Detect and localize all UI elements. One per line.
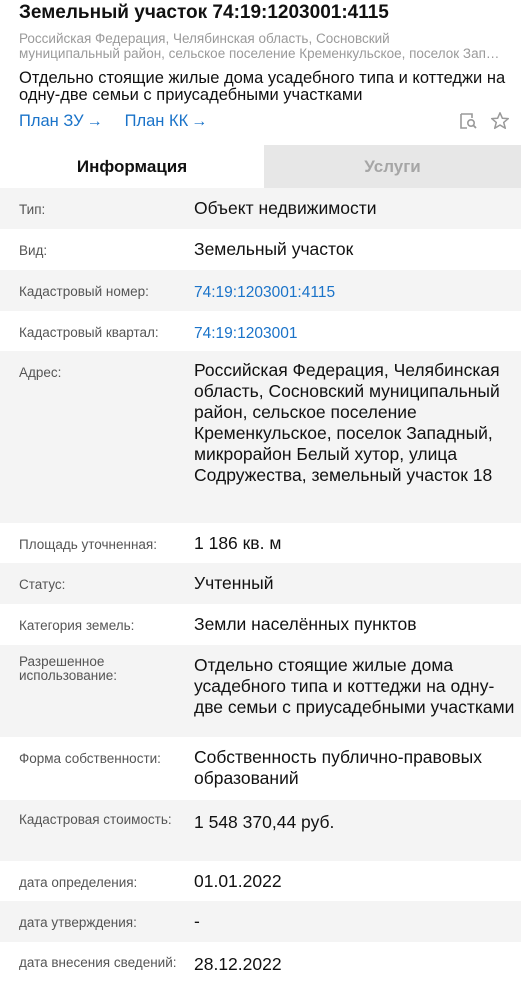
header-purpose: Отдельно стоящие жилые дома усадебного т… <box>19 69 506 104</box>
info-row-value: 01.01.2022 <box>194 871 282 891</box>
info-row-value: Собственность публично-правовых образова… <box>194 747 482 788</box>
info-row-label: Кадастровый номер: <box>19 284 149 299</box>
plan-kk-link[interactable]: План КК → <box>125 112 208 131</box>
star-icon[interactable] <box>489 110 511 132</box>
info-row-label: дата утверждения: <box>19 915 137 930</box>
info-row-value: Земли населённых пунктов <box>194 614 417 634</box>
plan-zu-link[interactable]: План ЗУ → <box>19 112 103 131</box>
info-row-label: Площадь уточненная: <box>19 537 157 552</box>
toolbar <box>457 110 511 132</box>
info-row: Статус: Учтенный <box>0 563 521 604</box>
info-row-label: Статус: <box>19 577 66 592</box>
info-row: Кадастровый квартал: 74:19:1203001 <box>0 311 521 351</box>
info-row-value: Российская Федерация, Челябинская област… <box>194 360 500 485</box>
info-row: Площадь уточненная: 1 186 кв. м <box>0 523 521 563</box>
info-row-label: Разрешенное использование: <box>19 654 118 683</box>
info-row: Кадастровый номер: 74:19:1203001:4115 <box>0 270 521 311</box>
info-row: Адрес: Российская Федерация, Челябинская … <box>0 351 521 523</box>
info-row-value: Объект недвижимости <box>194 198 377 218</box>
info-row-label: Кадастровая стоимость: <box>19 812 172 827</box>
plan-zu-label: План ЗУ <box>19 112 84 130</box>
info-row-link[interactable]: 74:19:1203001:4115 <box>194 270 521 311</box>
info-row-value: 28.12.2022 <box>194 954 282 974</box>
info-row: дата определения: 01.01.2022 <box>0 861 521 901</box>
info-row-label: Кадастровый квартал: <box>19 325 159 340</box>
info-row-label: Вид: <box>19 243 48 258</box>
info-row: Форма собственности: Собственность публич… <box>0 737 521 800</box>
info-row-value: 1 186 кв. м <box>194 533 282 553</box>
info-row-label: Категория земель: <box>19 618 135 633</box>
info-row-label: Адрес: <box>19 365 62 380</box>
tab-bar: Информация Услуги <box>0 145 521 188</box>
arrow-right-icon: → <box>86 112 103 130</box>
info-row-label: дата определения: <box>19 875 138 890</box>
info-row: Категория земель: Земли населённых пункто… <box>0 604 521 645</box>
page-title: Земельный участок 74:19:1203001:4115 <box>19 2 389 23</box>
info-row: Вид: Земельный участок <box>0 229 521 270</box>
tab-services[interactable]: Услуги <box>264 145 521 188</box>
plan-kk-label: План КК <box>124 112 189 130</box>
info-row-label: Тип: <box>19 202 46 217</box>
header-address-line2: муниципальный район, сельское поселение … <box>19 46 504 61</box>
info-row: дата внесения сведений: 28.12.2022 <box>0 942 521 986</box>
header-address-line1: Российская Федерация, Челябинская област… <box>19 31 390 46</box>
info-row: дата утверждения: - <box>0 901 521 942</box>
info-row-value: Земельный участок <box>194 239 354 259</box>
info-row-value: 1 548 370,44 руб. <box>194 812 335 832</box>
info-row-value: Учтенный <box>194 573 274 593</box>
info-row-value: - <box>194 911 200 931</box>
info-row: Тип: Объект недвижимости <box>0 188 521 229</box>
arrow-right-icon: → <box>191 112 208 130</box>
info-row: Кадастровая стоимость: 1 548 370,44 руб. <box>0 800 521 861</box>
tab-information[interactable]: Информация <box>0 145 264 188</box>
info-table: Тип: Объект недвижимости Вид: Земельный уча… <box>0 188 521 986</box>
search-map-icon[interactable] <box>457 110 479 132</box>
info-row-label: дата внесения сведений: <box>19 955 177 970</box>
header-address: Российская Федерация, Челябинская област… <box>19 31 504 61</box>
plan-links: План ЗУ → План КК → <box>19 112 207 131</box>
info-row-label: Форма собственности: <box>19 751 161 766</box>
info-row: Разрешенное использование: Отдельно стоящ… <box>0 645 521 737</box>
info-row-value: Отдельно стоящие жилые дома усадебного т… <box>194 655 515 717</box>
info-row-link[interactable]: 74:19:1203001 <box>194 311 521 351</box>
